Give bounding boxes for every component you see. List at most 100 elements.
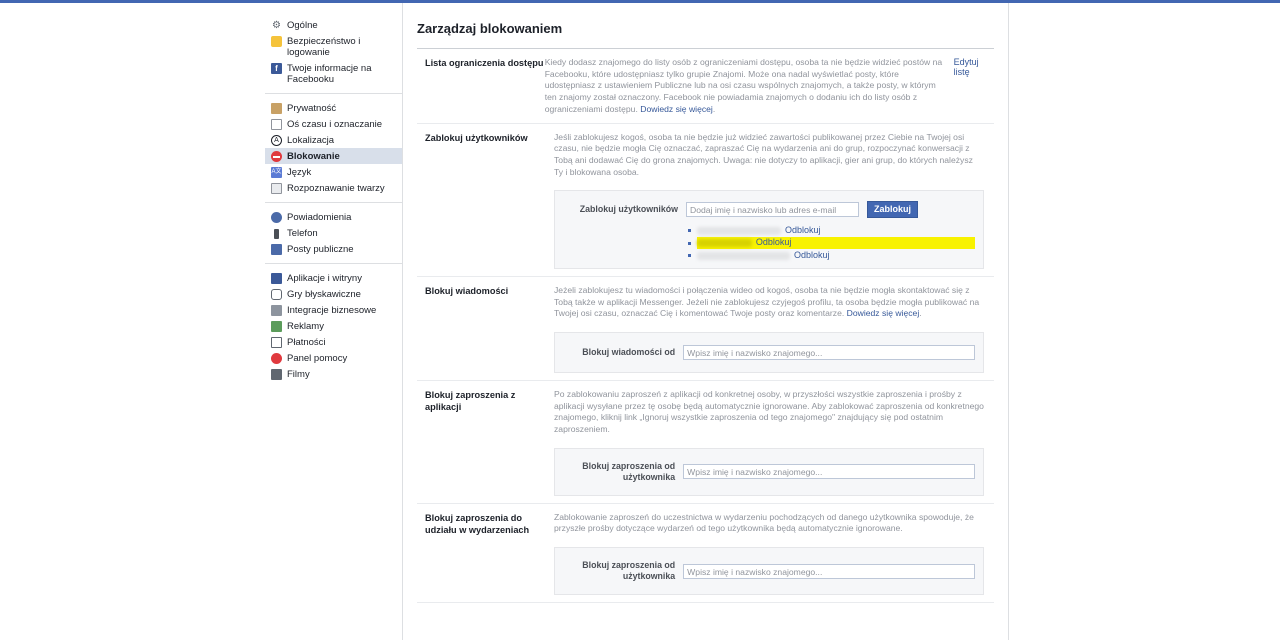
- business-icon: [271, 305, 282, 316]
- section-block-messages: Blokuj wiadomości Jeżeli zablokujesz tu …: [417, 277, 994, 381]
- list-item: Odblokuj: [688, 237, 975, 250]
- sidebar-item-label: Aplikacje i witryny: [287, 273, 362, 284]
- sidebar-item-public-posts[interactable]: Posty publiczne: [265, 241, 402, 257]
- section-description: Po zablokowaniu zaproszeń z aplikacji od…: [554, 388, 984, 435]
- sidebar-item-notifications[interactable]: Powiadomienia: [265, 209, 402, 225]
- blurred-name: [696, 239, 752, 248]
- gamepad-icon: [271, 289, 282, 300]
- sidebar-item-ads[interactable]: Reklamy: [265, 318, 402, 334]
- section-description: Zablokowanie zaproszeń do uczestnictwa w…: [554, 511, 974, 534]
- sidebar-item-timeline[interactable]: Oś czasu i oznaczanie: [265, 116, 402, 132]
- sidebar-item-label: Powiadomienia: [287, 212, 352, 223]
- sidebar-item-label: Panel pomocy: [287, 353, 348, 364]
- unblock-link[interactable]: Odblokuj: [794, 250, 830, 262]
- sidebar-item-label: Bezpieczeństwo i logowanie: [287, 36, 361, 58]
- sidebar-group-apps: Aplikacje i witryny Gry błyskawiczne Int…: [265, 264, 402, 388]
- lock-icon: [271, 103, 282, 114]
- location-icon: A: [271, 135, 282, 146]
- section-label: Zablokuj użytkowników: [425, 132, 528, 143]
- sidebar-item-label: Oś czasu i oznaczanie: [287, 119, 383, 130]
- sidebar-item-face-recognition[interactable]: Rozpoznawanie twarzy: [265, 180, 402, 196]
- sidebar-item-label: Lokalizacja: [287, 135, 334, 146]
- sidebar-item-label: Telefon: [287, 228, 318, 239]
- highlighted-row: Odblokuj: [696, 237, 975, 250]
- sidebar-item-privacy[interactable]: Prywatność: [265, 100, 402, 116]
- blocked-users-list: Odblokuj Odblokuj Odblokuj: [688, 224, 975, 262]
- sidebar-group-privacy: Prywatność Oś czasu i oznaczanie A Lokal…: [265, 94, 402, 203]
- column-divider: [402, 3, 403, 640]
- sidebar-item-label: Reklamy: [287, 321, 324, 332]
- phone-icon: [271, 228, 282, 239]
- sidebar-item-apps[interactable]: Aplikacje i witryny: [265, 270, 402, 286]
- section-description: Kiedy dodasz znajomego do listy osób z o…: [544, 57, 943, 114]
- sidebar-item-label: Blokowanie: [287, 151, 340, 162]
- block-app-invites-input[interactable]: Wpisz imię i nazwisko znajomego...: [683, 464, 975, 480]
- sidebar-item-help[interactable]: Panel pomocy: [265, 350, 402, 366]
- sidebar-item-label: Ogólne: [287, 20, 318, 31]
- learn-more-link[interactable]: Dowiedz się więcej: [640, 104, 713, 114]
- sidebar-item-blocking[interactable]: Blokowanie: [265, 148, 402, 164]
- section-block-users: Zablokuj użytkowników Jeśli zablokujesz …: [417, 124, 994, 277]
- sidebar-item-label: Posty publiczne: [287, 244, 354, 255]
- page-title: Zarządzaj blokowaniem: [417, 21, 994, 49]
- sidebar-group-notifications: Powiadomienia Telefon Posty publiczne: [265, 203, 402, 264]
- sidebar-item-instant-games[interactable]: Gry błyskawiczne: [265, 286, 402, 302]
- sidebar-item-label: Rozpoznawanie twarzy: [287, 183, 385, 194]
- sidebar-item-phone[interactable]: Telefon: [265, 225, 402, 241]
- sidebar-item-label: Płatności: [287, 337, 326, 348]
- list-item: Odblokuj: [688, 224, 975, 237]
- section-label: Lista ograniczenia dostępu: [425, 58, 544, 68]
- block-users-label: Zablokuj użytkowników: [579, 204, 678, 215]
- column-divider-right: [1008, 3, 1009, 640]
- help-icon: [271, 353, 282, 364]
- section-description: Jeśli zablokujesz kogoś, osoba ta nie bę…: [554, 131, 973, 177]
- rss-icon: [271, 244, 282, 255]
- section-block-app-invites: Blokuj zaproszenia z aplikacji Po zablok…: [417, 381, 994, 504]
- face-icon: [271, 183, 282, 194]
- sidebar-item-location[interactable]: A Lokalizacja: [265, 132, 402, 148]
- section-label: Blokuj zaproszenia z aplikacji: [425, 389, 516, 412]
- settings-main: Zarządzaj blokowaniem Lista ograniczenia…: [417, 3, 994, 604]
- learn-more-link[interactable]: Dowiedz się więcej: [847, 308, 920, 318]
- section-label: Blokuj wiadomości: [425, 285, 509, 296]
- sidebar-item-label: Integracje biznesowe: [287, 305, 377, 316]
- section-block-event-invites: Blokuj zaproszenia do udziału w wydarzen…: [417, 504, 994, 604]
- sidebar-item-your-info[interactable]: f Twoje informacje na Facebooku: [265, 60, 402, 87]
- edit-list-link[interactable]: Edytuj listę: [944, 57, 994, 116]
- block-messages-label: Blokuj wiadomości od: [582, 346, 676, 357]
- payment-icon: [271, 337, 282, 348]
- facebook-icon: f: [271, 63, 282, 74]
- settings-sidebar: ⚙ Ogólne Bezpieczeństwo i logowanie f Tw…: [265, 3, 402, 640]
- unblock-link[interactable]: Odblokuj: [756, 237, 792, 249]
- block-user-input[interactable]: Dodaj imię i nazwisko lub adres e-mail: [686, 202, 859, 218]
- block-app-invites-label: Blokuj zaproszenia od użytkownika: [582, 460, 676, 482]
- block-icon: [271, 151, 282, 162]
- blurred-name: [697, 226, 781, 235]
- unblock-link[interactable]: Odblokuj: [785, 225, 821, 237]
- list-item: Odblokuj: [688, 249, 975, 262]
- block-app-invites-panel: Blokuj zaproszenia od użytkownika Wpisz …: [554, 447, 984, 496]
- sidebar-item-label: Twoje informacje na Facebooku: [287, 63, 372, 85]
- globe-icon: [271, 212, 282, 223]
- block-event-invites-input[interactable]: Wpisz imię i nazwisko znajomego...: [683, 563, 975, 579]
- sidebar-item-payments[interactable]: Płatności: [265, 334, 402, 350]
- gear-icon: ⚙: [272, 20, 281, 31]
- sidebar-item-business-integrations[interactable]: Integracje biznesowe: [265, 302, 402, 318]
- language-icon: A文: [271, 167, 282, 178]
- block-messages-input[interactable]: Wpisz imię i nazwisko znajomego...: [683, 344, 975, 360]
- block-button[interactable]: Zablokuj: [867, 201, 919, 219]
- blurred-name: [697, 251, 790, 260]
- block-event-invites-panel: Blokuj zaproszenia od użytkownika Wpisz …: [554, 547, 984, 596]
- sidebar-item-label: Język: [287, 167, 312, 178]
- sidebar-item-language[interactable]: A文 Język: [265, 164, 402, 180]
- block-messages-panel: Blokuj wiadomości od Wpisz imię i nazwis…: [554, 331, 984, 373]
- sidebar-group-account: ⚙ Ogólne Bezpieczeństwo i logowanie f Tw…: [265, 17, 402, 94]
- sidebar-item-security[interactable]: Bezpieczeństwo i logowanie: [265, 33, 402, 60]
- block-users-panel: Zablokuj użytkowników Dodaj imię i nazwi…: [554, 190, 984, 269]
- section-restricted-list: Lista ograniczenia dostępu Kiedy dodasz …: [417, 49, 994, 124]
- sidebar-item-general[interactable]: ⚙ Ogólne: [265, 17, 402, 33]
- sidebar-item-label: Prywatność: [287, 103, 337, 114]
- sidebar-item-videos[interactable]: Filmy: [265, 366, 402, 382]
- sidebar-item-label: Gry błyskawiczne: [287, 289, 361, 300]
- apps-icon: [271, 273, 282, 284]
